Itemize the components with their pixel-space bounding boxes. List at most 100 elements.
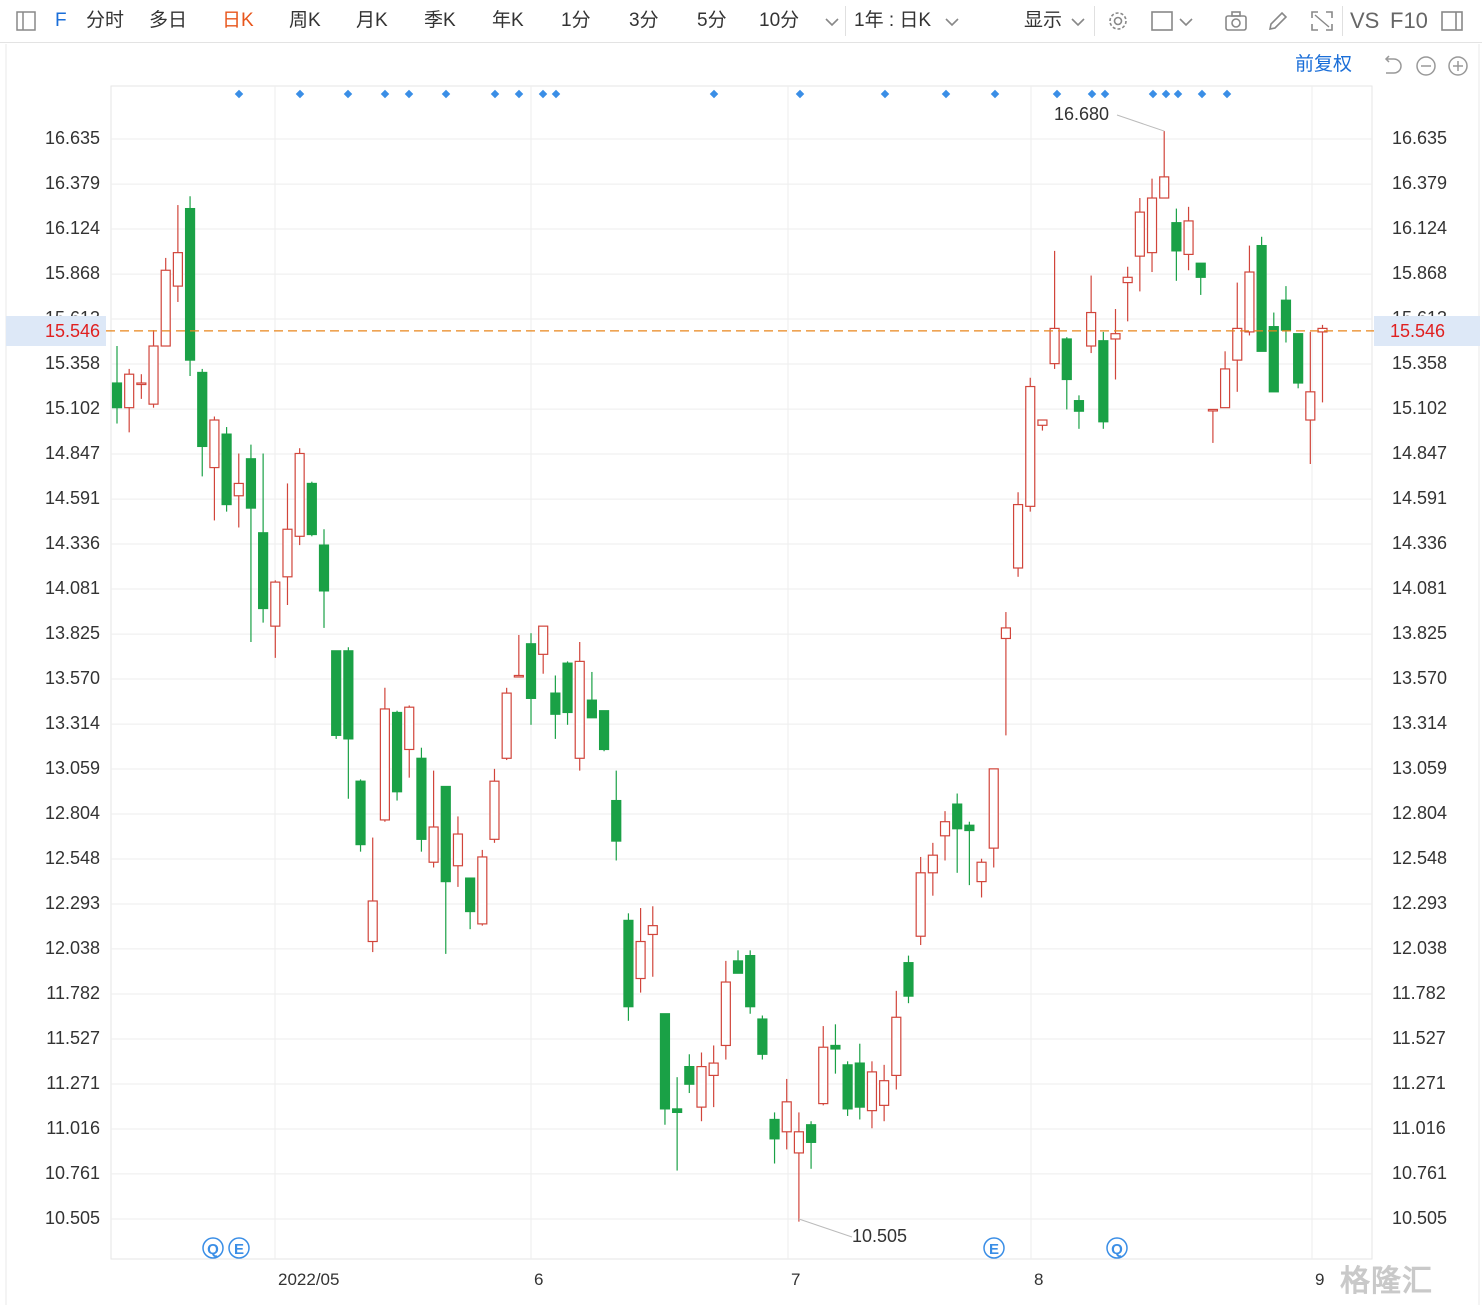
candle-body: [367, 900, 378, 943]
candle-body: [221, 433, 232, 506]
event-marker-dot[interactable]: [1148, 89, 1158, 99]
event-marker-dot[interactable]: [343, 89, 353, 99]
event-marker-dot[interactable]: [1100, 89, 1110, 99]
candle-body: [964, 824, 975, 832]
earnings-badge[interactable]: E: [228, 1237, 250, 1259]
event-marker-dot[interactable]: [514, 89, 524, 99]
event-marker-dot[interactable]: [795, 89, 805, 99]
y-tick-label-left: 14.847: [44, 443, 100, 463]
y-tick-label-left: 11.016: [46, 1117, 100, 1138]
low-leader-line: [798, 1218, 853, 1238]
candle-body: [708, 1062, 719, 1077]
event-marker-dot[interactable]: [880, 89, 890, 99]
candle-body: [184, 207, 196, 361]
candle-body: [805, 1124, 817, 1143]
y-tick-label-left: 16.124: [44, 218, 100, 239]
candle-body: [1122, 276, 1133, 284]
candle-body: [465, 877, 476, 913]
event-marker-dot[interactable]: [941, 89, 951, 99]
x-tick-label: 8: [1034, 1270, 1044, 1289]
candle-body: [696, 1066, 707, 1108]
event-marker-dot[interactable]: [1173, 89, 1183, 99]
event-marker-dot[interactable]: [490, 89, 500, 99]
candle-body: [501, 692, 512, 759]
y-tick-label-left: 10.761: [44, 1162, 100, 1183]
y-tick-label-left: 14.336: [44, 533, 100, 554]
event-marker-dot[interactable]: [709, 89, 719, 99]
event-marker-dot[interactable]: [404, 89, 414, 99]
event-marker-dot[interactable]: [234, 89, 244, 99]
event-marker-dot[interactable]: [551, 89, 561, 99]
candlestick-chart[interactable]: QEEQ: [0, 0, 1482, 1305]
y-tick-label-right: 14.336: [1392, 533, 1448, 554]
y-tick-label-right: 12.293: [1392, 892, 1448, 913]
candle-body: [270, 581, 281, 627]
candle-body: [598, 710, 610, 751]
event-marker-dot[interactable]: [1222, 89, 1232, 99]
event-marker-dot[interactable]: [1052, 89, 1062, 99]
event-marker-dot[interactable]: [538, 89, 548, 99]
candle-body: [245, 458, 257, 509]
candle-body: [939, 821, 951, 837]
y-tick-label-left: 14.081: [44, 577, 100, 598]
y-tick-label-right: 12.038: [1392, 937, 1448, 958]
candle-body: [720, 981, 731, 1047]
y-tick-label-left: 16.635: [44, 128, 100, 148]
event-marker-dot[interactable]: [1087, 89, 1097, 99]
candle-body: [1061, 338, 1072, 381]
candle-body: [732, 960, 744, 974]
candle-body: [952, 803, 963, 830]
svg-text:E: E: [989, 1241, 999, 1258]
y-tick-label-left: 13.570: [44, 668, 100, 688]
candle-body: [1110, 333, 1121, 340]
y-tick-label-right: 16.635: [1392, 128, 1448, 148]
candle-body: [258, 532, 269, 610]
event-marker-dot[interactable]: [295, 89, 305, 99]
x-tick-label: 7: [791, 1270, 801, 1289]
candle-body: [659, 1013, 671, 1110]
y-tick-label-left: 13.314: [44, 713, 100, 734]
candle-body: [891, 1016, 902, 1077]
candle-body: [927, 854, 938, 874]
quarterly-report-badge[interactable]: Q: [1106, 1237, 1128, 1259]
candle-body: [172, 252, 183, 287]
event-marker-dot[interactable]: [441, 89, 451, 99]
event-marker-dot[interactable]: [380, 89, 390, 99]
earnings-badge[interactable]: E: [983, 1237, 1005, 1259]
candle-body: [757, 1018, 768, 1055]
candle-body: [1305, 391, 1316, 421]
candle-body: [1244, 271, 1255, 333]
y-tick-label-left: 11.782: [46, 983, 100, 1003]
candle-body: [160, 269, 171, 347]
quarterly-report-badge[interactable]: Q: [202, 1237, 224, 1259]
x-tick-label: 6: [534, 1270, 544, 1289]
candle-body: [440, 785, 451, 883]
high-leader-line: [1116, 114, 1165, 132]
candle-body: [1159, 176, 1170, 199]
candle-body: [379, 708, 390, 821]
candle-body: [550, 692, 561, 715]
event-marker-dot[interactable]: [990, 89, 1000, 99]
candle-body: [513, 674, 524, 678]
candle-body: [781, 1101, 792, 1133]
candle-body: [343, 650, 354, 740]
y-tick-label-left: 15.102: [44, 398, 100, 419]
candle-body: [355, 780, 366, 846]
event-marker-dot[interactable]: [1161, 89, 1171, 99]
candle-body: [1195, 262, 1206, 278]
candle-body: [318, 544, 330, 592]
candle-body: [769, 1118, 780, 1140]
y-tick-label-left: 12.038: [44, 937, 100, 958]
y-tick-label-left: 13.825: [44, 623, 100, 644]
event-marker-dot[interactable]: [1197, 89, 1207, 99]
y-tick-label-right: 11.527: [1392, 1027, 1446, 1048]
candle-body: [854, 1062, 865, 1108]
y-tick-label-right: 15.102: [1392, 398, 1448, 419]
candle-body: [562, 662, 573, 714]
candle-body: [879, 1080, 890, 1106]
plot-frame: [110, 85, 1373, 1260]
candle-body: [1183, 220, 1194, 255]
svg-text:Q: Q: [207, 1241, 219, 1258]
candle-body: [1073, 400, 1085, 412]
candle-body: [1134, 211, 1145, 257]
